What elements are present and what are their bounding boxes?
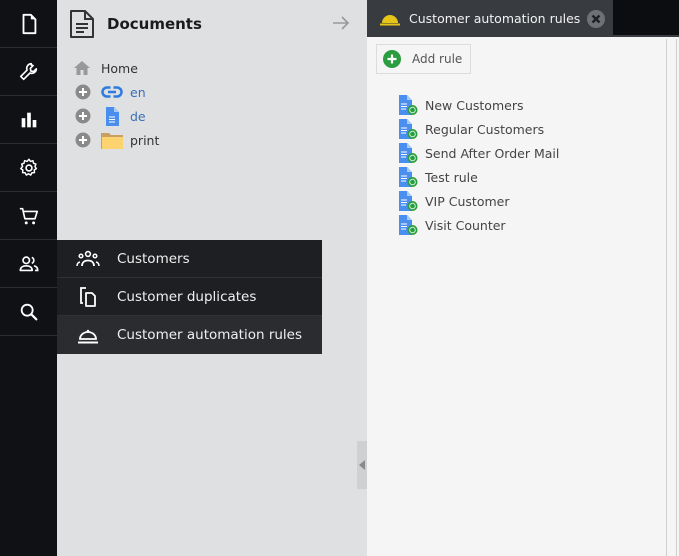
tree-node-label: de <box>130 108 146 124</box>
tree-node-print[interactable]: print <box>57 128 367 152</box>
rule-document-icon <box>399 215 418 235</box>
nav-search[interactable] <box>0 288 57 336</box>
documents-panel-header: Documents <box>57 0 367 48</box>
customers-flyout-menu: Customers Customer duplicates Customer a… <box>57 240 322 354</box>
tree-node-home[interactable]: Home <box>57 56 367 80</box>
rule-document-icon <box>399 167 418 187</box>
rule-document-icon <box>399 95 418 115</box>
tab-bar: Customer automation rules <box>367 0 679 37</box>
rule-document-icon <box>399 119 418 139</box>
tree-node-label: Home <box>101 60 138 76</box>
menu-item-customer-automation-rules[interactable]: Customer automation rules <box>57 316 322 354</box>
nav-reports[interactable] <box>0 96 57 144</box>
documents-panel-title: Documents <box>107 15 202 33</box>
rule-label: New Customers <box>425 97 524 113</box>
document-tree: Home en de print <box>57 48 367 152</box>
main-nav-rail <box>0 0 57 556</box>
rule-document-icon <box>399 143 418 163</box>
home-icon <box>74 61 90 75</box>
add-circle-icon <box>383 50 401 68</box>
rule-item[interactable]: VIP Customer <box>397 189 679 213</box>
add-rule-label: Add rule <box>412 52 463 66</box>
bell-icon <box>78 329 98 344</box>
gear-icon <box>19 158 37 176</box>
menu-item-label: Customer duplicates <box>117 288 257 305</box>
rule-label: Test rule <box>425 169 478 185</box>
panel-divider <box>676 39 677 556</box>
group-icon <box>76 250 100 266</box>
menu-item-label: Customer automation rules <box>117 327 303 343</box>
folder-icon <box>101 132 123 149</box>
nav-ecommerce[interactable] <box>0 192 57 240</box>
tab-label: Customer automation rules <box>409 11 581 26</box>
chevron-left-icon <box>359 460 365 470</box>
wrench-icon <box>19 62 37 80</box>
nav-settings[interactable] <box>0 144 57 192</box>
rule-label: Regular Customers <box>425 121 545 137</box>
rule-item[interactable]: Send After Order Mail <box>397 141 679 165</box>
tree-node-label: print <box>130 132 160 148</box>
search-icon <box>20 303 37 320</box>
tree-node-en[interactable]: en <box>57 80 367 104</box>
rule-item[interactable]: Regular Customers <box>397 117 679 141</box>
menu-item-customer-duplicates[interactable]: Customer duplicates <box>57 278 322 316</box>
rule-document-icon <box>399 191 418 211</box>
document-icon <box>70 10 94 38</box>
nav-documents[interactable] <box>0 0 57 48</box>
rule-item[interactable]: New Customers <box>397 93 679 117</box>
rule-item[interactable]: Visit Counter <box>397 213 679 237</box>
nav-customers[interactable] <box>0 240 57 288</box>
copy-icon <box>80 286 96 307</box>
cart-icon <box>19 207 38 224</box>
bar-chart-icon <box>21 112 36 127</box>
main-content: Customer automation rules Add rule New C… <box>367 0 679 556</box>
document-icon <box>22 13 36 34</box>
toolbar: Add rule <box>367 37 679 79</box>
panel-collapse-handle[interactable] <box>357 441 367 489</box>
tab-customer-automation-rules[interactable]: Customer automation rules <box>367 0 613 37</box>
rule-label: VIP Customer <box>425 193 510 209</box>
link-icon <box>101 86 123 98</box>
page-icon <box>106 106 119 126</box>
users-icon <box>18 255 39 271</box>
rule-label: Visit Counter <box>425 217 506 233</box>
rule-label: Send After Order Mail <box>425 145 560 161</box>
tree-node-label: en <box>130 84 146 100</box>
arrow-right-icon[interactable] <box>331 13 351 33</box>
tree-node-de[interactable]: de <box>57 104 367 128</box>
close-icon[interactable] <box>587 10 605 28</box>
rule-item[interactable]: Test rule <box>397 165 679 189</box>
rules-list: New Customers Regular Customers Send Aft… <box>367 79 679 237</box>
menu-item-customers[interactable]: Customers <box>57 240 322 278</box>
expand-plus-icon[interactable] <box>75 108 91 124</box>
app-root: Documents Home en de print Customers Cus… <box>0 0 679 556</box>
add-rule-button[interactable]: Add rule <box>376 44 472 74</box>
bell-icon <box>380 14 400 25</box>
expand-plus-icon[interactable] <box>75 132 91 148</box>
expand-plus-icon[interactable] <box>75 84 91 100</box>
nav-tools[interactable] <box>0 48 57 96</box>
menu-item-label: Customers <box>117 250 190 267</box>
panel-divider <box>666 39 667 556</box>
